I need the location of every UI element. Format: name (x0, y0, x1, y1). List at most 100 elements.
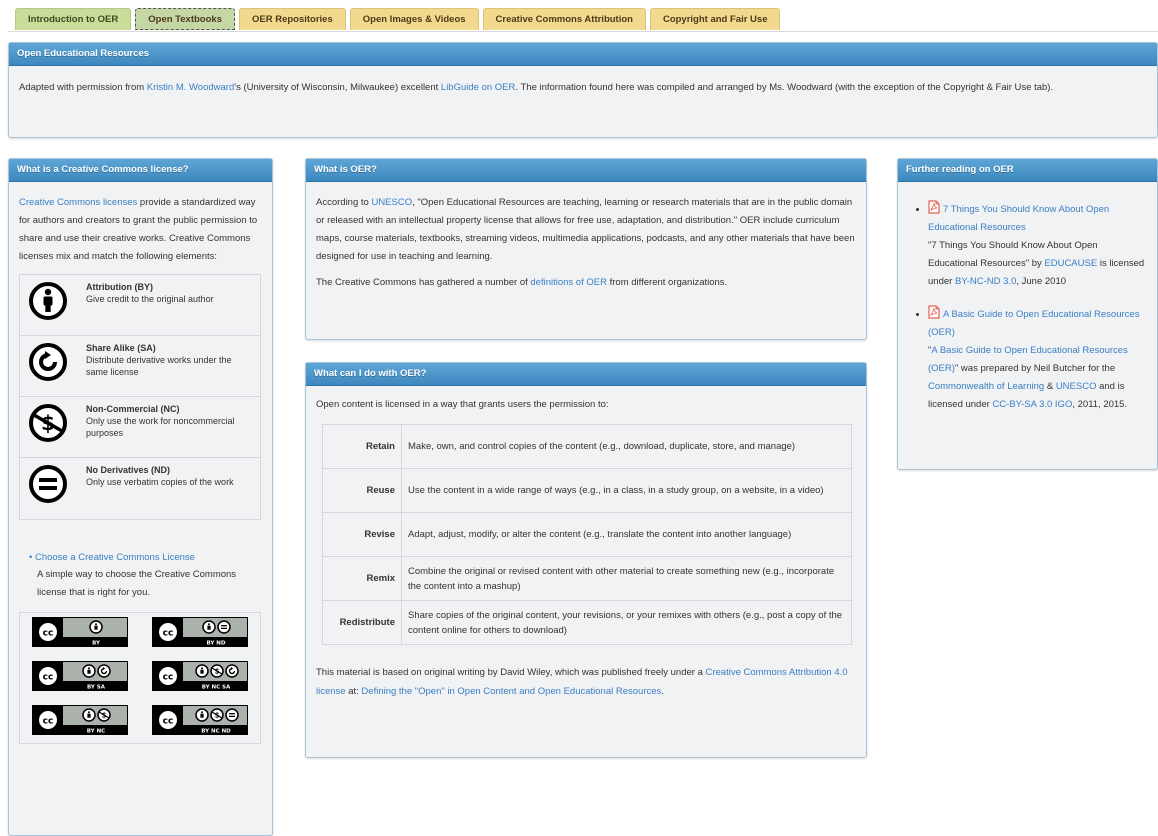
cc-badge-label: BY SA (87, 685, 106, 691)
license-link[interactable]: CC-BY-SA 3.0 IGO (992, 399, 1072, 410)
choose-license-desc: A simple way to choose the Creative Comm… (37, 569, 237, 598)
license-element-title: Non-Commercial (NC) (86, 404, 180, 414)
panel-title: What is OER? (306, 159, 866, 182)
tab-oer-repositories[interactable]: OER Repositories (238, 8, 346, 30)
cc-badge-label: BY ND (207, 641, 226, 647)
choose-license-link[interactable]: Choose a Creative Commons License (35, 552, 195, 563)
permissions-intro: Open content is licensed in a way that g… (316, 399, 609, 410)
table-row: Retain Make, own, and control copies of t… (322, 424, 852, 469)
license-element-row: $ Non-Commercial (NC) Only use the work … (20, 397, 260, 458)
oer-intro-panel: Open Educational Resources Adapted with … (8, 42, 1158, 138)
unesco-link[interactable]: UNESCO (371, 197, 412, 208)
share-alike-icon (24, 342, 72, 382)
permission-key: Revise (322, 512, 402, 557)
cc-badge[interactable]: cc$BY NC SA (140, 661, 260, 691)
note-text: at: (345, 686, 362, 697)
what-is-oer-panel: What is OER? According to UNESCO, "Open … (305, 158, 867, 340)
license-element-text: Share Alike (SA) Distribute derivative w… (72, 342, 256, 378)
tab-open-images-videos[interactable]: Open Images & Videos (349, 8, 479, 30)
choose-license-item: • Choose a Creative Commons License A si… (19, 550, 262, 602)
license-element-title: Share Alike (SA) (86, 343, 156, 353)
cc-license-badges: cc BY cc BY ND cc BY SA cc$BY NC SA cc$BY NC cc$… (19, 612, 261, 744)
panel-body: Adapted with permission from Kristin M. … (9, 66, 1157, 108)
cc-intro: Creative Commons licenses provide a stan… (19, 194, 262, 266)
note-text: . (661, 686, 664, 697)
license-element-text: Attribution (BY) Give credit to the orig… (72, 281, 256, 305)
svg-text:cc: cc (43, 629, 54, 639)
panel-title: What can I do with OER? (306, 363, 866, 386)
non-commercial-icon: $ (24, 403, 72, 443)
permission-key: Remix (322, 556, 402, 601)
oer-text: The Creative Commons has gathered a numb… (316, 277, 531, 288)
no-derivatives-icon (24, 464, 72, 504)
pdf-icon (928, 200, 940, 214)
oer-text: According to (316, 197, 372, 208)
panel-body: Open content is licensed in a way that g… (306, 386, 866, 711)
cc-badge[interactable]: cc BY ND (140, 617, 260, 647)
svg-text:cc: cc (163, 629, 174, 639)
unesco-link[interactable]: UNESCO (1056, 381, 1097, 392)
five-rs-table: Retain Make, own, and control copies of t… (322, 424, 852, 645)
tab-introduction-to-oer[interactable]: Introduction to OER (15, 8, 132, 30)
cc-badge[interactable]: cc BY (20, 617, 140, 647)
seven-things-link[interactable]: 7 Things You Should Know About Open Educ… (928, 204, 1109, 233)
cc-badge[interactable]: cc$BY NC (20, 705, 140, 735)
note-text: This material is based on original writi… (316, 667, 706, 678)
oer-text: from different organizations. (606, 277, 728, 288)
libguide-link[interactable]: LibGuide on OER (441, 82, 515, 93)
tab-open-textbooks[interactable]: Open Textbooks (135, 8, 235, 30)
basic-guide-link[interactable]: A Basic Guide to Open Educational Resour… (928, 309, 1139, 338)
permission-value: Combine the original or revised content … (401, 556, 852, 601)
commonwealth-of-learning-link[interactable]: Commonwealth of Learning (928, 381, 1044, 392)
attribution-note: This material is based on original writi… (316, 663, 856, 701)
permission-value: Make, own, and control copies of the con… (401, 424, 852, 469)
further-reading-list: 7 Things You Should Know About Open Educ… (908, 200, 1147, 414)
permission-value: Use the content in a wide range of ways … (401, 468, 852, 513)
educause-link[interactable]: EDUCAUSE (1044, 258, 1097, 269)
license-element-title: No Derivatives (ND) (86, 465, 171, 475)
further-reading-panel: Further reading on OER 7 Things You Shou… (897, 158, 1158, 470)
table-row: Revise Adapt, adjust, modify, or alter th… (322, 512, 852, 557)
cc-badge-label: BY NC SA (202, 685, 231, 691)
guide-tabs: Introduction to OER Open Textbooks OER R… (15, 8, 781, 30)
svg-text:cc: cc (163, 717, 174, 727)
svg-text:cc: cc (43, 673, 54, 683)
intro-text: . The information found here was compile… (515, 82, 1054, 93)
table-row: Remix Combine the original or revised con… (322, 556, 852, 601)
table-row: Redistribute Share copies of the original… (322, 600, 852, 645)
license-element-title: Attribution (BY) (86, 282, 153, 292)
item-desc: , June 2010 (1016, 276, 1067, 287)
cc-badge[interactable]: cc BY SA (20, 661, 140, 691)
license-element-desc: Only use verbatim copies of the work (86, 477, 234, 487)
cc-badge-icon: cc BY ND (152, 617, 248, 647)
cc-badge-label: BY (92, 641, 101, 647)
author-link[interactable]: Kristin M. Woodward (147, 82, 234, 93)
cc-badge-icon: cc BY SA (32, 661, 128, 691)
oer-definition: According to UNESCO, "Open Educational R… (316, 194, 856, 266)
definitions-of-oer-link[interactable]: definitions of OER (530, 277, 607, 288)
intro-text: Adapted with permission from (19, 82, 147, 93)
oer-definitions-note: The Creative Commons has gathered a numb… (316, 274, 856, 292)
panel-body: According to UNESCO, "Open Educational R… (306, 182, 866, 304)
permission-value: Share copies of the original content, yo… (401, 600, 852, 645)
license-element-desc: Only use the work for noncommercial purp… (86, 416, 235, 438)
cc-badge-icon: cc$BY NC SA (152, 661, 248, 691)
cc-badge[interactable]: cc$BY NC ND (140, 705, 260, 735)
license-element-desc: Give credit to the original author (86, 294, 214, 304)
cc-licenses-link[interactable]: Creative Commons licenses (19, 197, 137, 208)
tab-copyright-fair-use[interactable]: Copyright and Fair Use (649, 8, 781, 30)
cc-badge-icon: cc$BY NC ND (152, 705, 248, 735)
table-row: Reuse Use the content in a wide range of … (322, 468, 852, 513)
cc-badge-icon: cc BY (32, 617, 128, 647)
tab-creative-commons-attribution[interactable]: Creative Commons Attribution (482, 8, 646, 30)
list-item: A Basic Guide to Open Educational Resour… (928, 305, 1147, 414)
defining-open-link[interactable]: Defining the "Open" in Open Content and … (361, 686, 661, 697)
svg-text:cc: cc (43, 717, 54, 727)
panel-title: What is a Creative Commons license? (9, 159, 272, 182)
license-link[interactable]: BY-NC-ND 3.0 (955, 276, 1016, 287)
panel-title: Open Educational Resources (9, 43, 1157, 66)
panel-body: Creative Commons licenses provide a stan… (9, 182, 272, 756)
panel-title: Further reading on OER (898, 159, 1157, 182)
panel-body: 7 Things You Should Know About Open Educ… (898, 182, 1157, 436)
permission-key: Redistribute (322, 600, 402, 645)
